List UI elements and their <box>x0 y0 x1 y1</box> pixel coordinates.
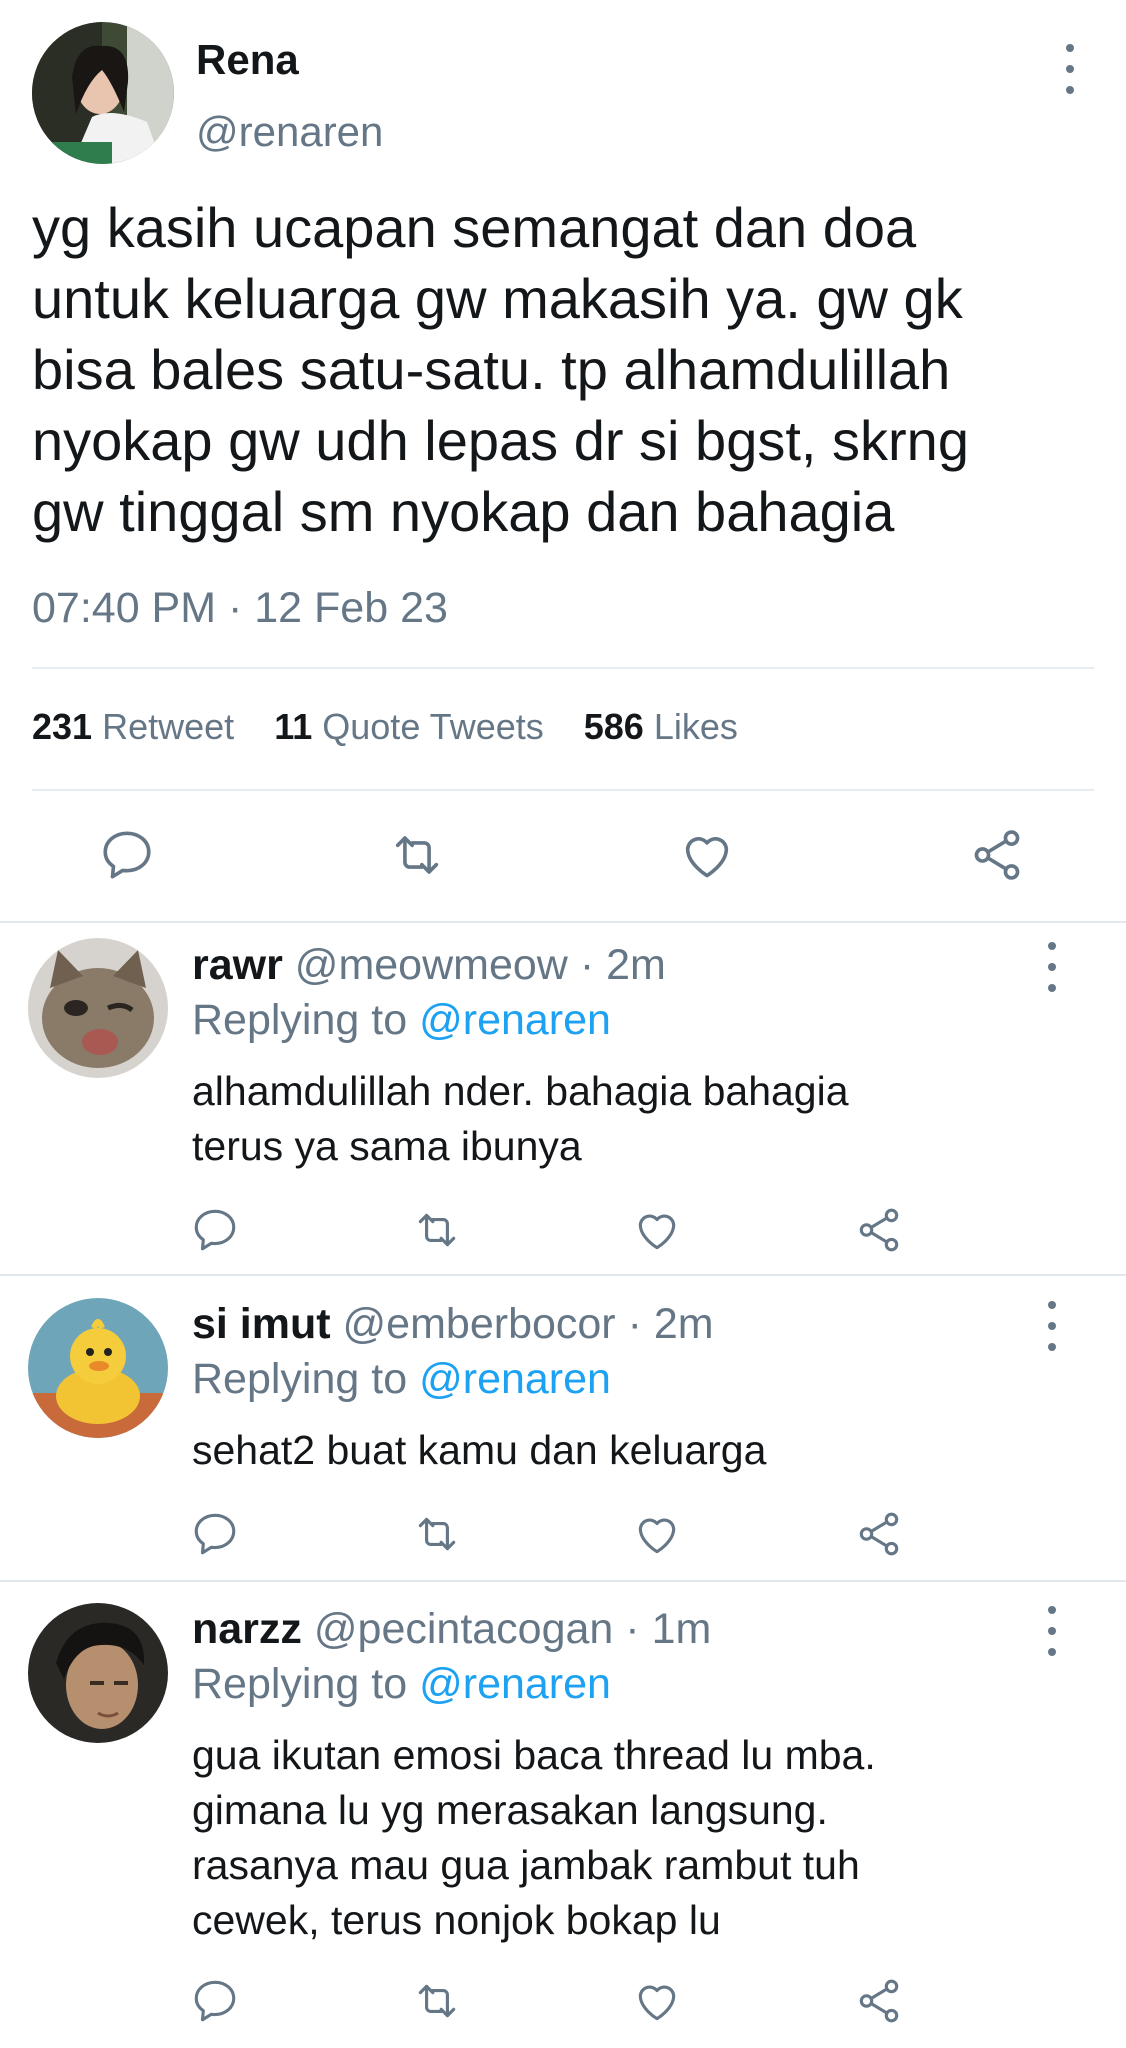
reply-text-line: alhamdulillah nder. bahagia bahagia <box>192 1068 849 1114</box>
reply-button[interactable] <box>190 1976 240 2026</box>
reply-time: · 2m <box>579 941 666 989</box>
share-button[interactable] <box>854 1976 904 2026</box>
author-handle[interactable]: @renaren <box>196 108 383 156</box>
replying-to: Replying to @renaren <box>192 1355 611 1404</box>
quote-count: 11 <box>274 706 313 747</box>
share-button[interactable] <box>968 826 1026 884</box>
likes-count: 586 <box>583 706 644 747</box>
reply-header: narzz @pecintacogan · 1m <box>192 1605 711 1654</box>
replying-to-label: Replying to <box>192 1660 408 1708</box>
reply-author-name[interactable]: narzz <box>192 1605 302 1653</box>
reply-text-line: gimana lu yg merasakan langsung. <box>192 1787 828 1833</box>
reply-header: rawr @meowmeow · 2m <box>192 941 666 990</box>
like-button[interactable] <box>678 826 736 884</box>
retweet-button[interactable] <box>412 1205 462 1255</box>
divider <box>0 1274 1126 1276</box>
avatar[interactable] <box>32 22 174 164</box>
retweet-icon <box>412 1976 462 2026</box>
like-button[interactable] <box>632 1509 682 1559</box>
retweet-icon <box>412 1205 462 1255</box>
reply-author-name[interactable]: rawr <box>192 941 283 989</box>
share-icon <box>854 1976 904 2026</box>
like-icon <box>678 826 736 884</box>
tweet-text-line: nyokap gw udh lepas dr si bgst, skrng <box>32 409 969 472</box>
retweet-button[interactable] <box>412 1976 462 2026</box>
more-options-icon[interactable] <box>1045 942 1059 992</box>
reply-button[interactable] <box>190 1205 240 1255</box>
quote-stat-label: Quote Tweets <box>322 706 544 747</box>
more-options-icon[interactable] <box>1045 1301 1059 1351</box>
author-name[interactable]: Rena <box>196 36 299 84</box>
reply-text: alhamdulillah nder. bahagia bahagia teru… <box>192 1064 849 1174</box>
reply-text-line: rasanya mau gua jambak rambut tuh <box>192 1842 860 1888</box>
divider <box>32 789 1094 791</box>
tweet-text-line: yg kasih ucapan semangat dan doa <box>32 196 917 259</box>
divider <box>0 1580 1126 1582</box>
reply-button[interactable] <box>190 1509 240 1559</box>
share-button[interactable] <box>854 1205 904 1255</box>
reply-icon <box>190 1205 240 1255</box>
like-icon <box>632 1976 682 2026</box>
retweet-stat[interactable]: 231 Retweet <box>32 706 234 747</box>
like-button[interactable] <box>632 1976 682 2026</box>
reply-text-line: terus ya sama ibunya <box>192 1123 582 1169</box>
reply-author-handle[interactable]: @meowmeow <box>295 941 568 989</box>
tweet-timestamp[interactable]: 07:40 PM · 12 Feb 23 <box>32 584 448 633</box>
reply-author-handle[interactable]: @emberbocor <box>343 1300 616 1348</box>
replying-to: Replying to @renaren <box>192 996 611 1045</box>
divider <box>32 667 1094 669</box>
retweet-button[interactable] <box>412 1509 462 1559</box>
divider <box>0 921 1126 923</box>
tweet-text-line: gw tinggal sm nyokap dan bahagia <box>32 480 895 543</box>
reply-text: gua ikutan emosi baca thread lu mba. gim… <box>192 1728 876 1948</box>
reply-text-line: sehat2 buat kamu dan keluarga <box>192 1427 767 1473</box>
reply-author-handle[interactable]: @pecintacogan <box>314 1605 613 1653</box>
reply-icon <box>190 1976 240 2026</box>
retweet-icon <box>388 826 446 884</box>
like-icon <box>632 1205 682 1255</box>
replying-to-handle[interactable]: @renaren <box>419 1355 611 1403</box>
share-icon <box>854 1509 904 1559</box>
more-options-icon[interactable] <box>1063 44 1077 94</box>
share-icon <box>854 1205 904 1255</box>
reply-icon <box>98 826 156 884</box>
retweet-stat-label: Retweet <box>102 706 235 747</box>
tweet-text-line: untuk keluarga gw makasih ya. gw gk <box>32 267 963 330</box>
retweet-count: 231 <box>32 706 93 747</box>
tweet-text-line: bisa bales satu-satu. tp alhamdulillah <box>32 338 951 401</box>
replying-to-handle[interactable]: @renaren <box>419 996 611 1044</box>
like-icon <box>632 1509 682 1559</box>
reply-text: sehat2 buat kamu dan keluarga <box>192 1423 766 1478</box>
likes-stat-label: Likes <box>653 706 738 747</box>
likes-stat[interactable]: 586 Likes <box>584 706 738 747</box>
avatar[interactable] <box>28 938 168 1078</box>
like-button[interactable] <box>632 1205 682 1255</box>
replying-to-label: Replying to <box>192 996 408 1044</box>
avatar[interactable] <box>28 1603 168 1743</box>
retweet-button[interactable] <box>388 826 446 884</box>
tweet-stats: 231 Retweet 11 Quote Tweets 586 Likes <box>32 706 738 748</box>
replying-to-handle[interactable]: @renaren <box>419 1660 611 1708</box>
reply-time: · 2m <box>627 1300 714 1348</box>
avatar[interactable] <box>28 1298 168 1438</box>
replying-to-label: Replying to <box>192 1355 408 1403</box>
share-icon <box>968 826 1026 884</box>
reply-icon <box>190 1509 240 1559</box>
replying-to: Replying to @renaren <box>192 1660 611 1709</box>
retweet-icon <box>412 1509 462 1559</box>
quote-stat[interactable]: 11 Quote Tweets <box>274 706 544 747</box>
reply-header: si imut @emberbocor · 2m <box>192 1300 714 1349</box>
reply-author-name[interactable]: si imut <box>192 1300 331 1348</box>
share-button[interactable] <box>854 1509 904 1559</box>
reply-time: · 1m <box>625 1605 712 1653</box>
tweet-text: yg kasih ucapan semangat dan doa untuk k… <box>32 192 969 547</box>
more-options-icon[interactable] <box>1045 1606 1059 1656</box>
reply-text-line: gua ikutan emosi baca thread lu mba. <box>192 1732 876 1778</box>
reply-button[interactable] <box>98 826 156 884</box>
reply-text-line: cewek, terus nonjok bokap lu <box>192 1897 721 1943</box>
